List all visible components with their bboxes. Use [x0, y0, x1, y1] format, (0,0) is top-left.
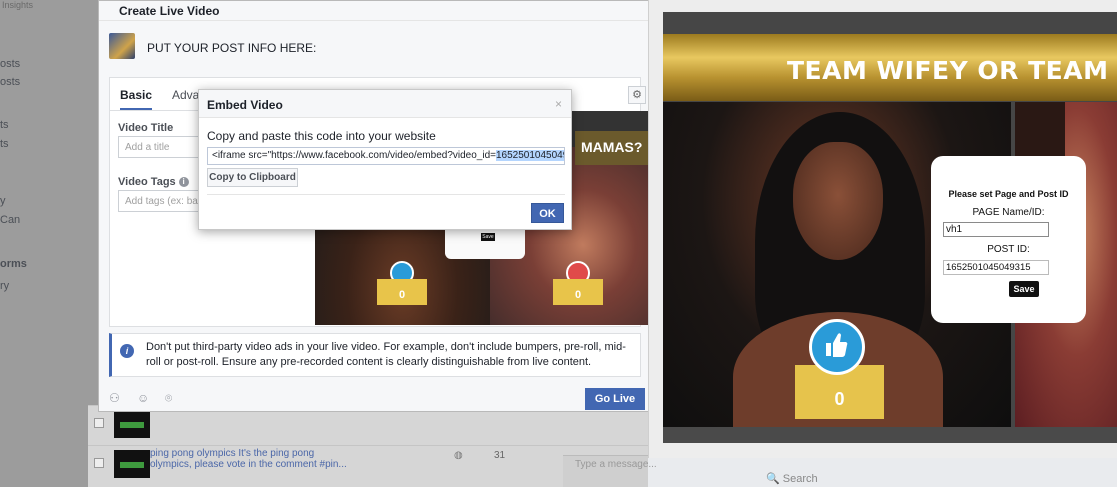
search-input[interactable]: 🔍 Search — [766, 472, 818, 485]
modal-title: Embed Video — [207, 98, 283, 112]
preview-vote-heart: 0 — [553, 261, 603, 305]
emoji-icon[interactable]: ☺ — [137, 391, 149, 405]
video-title-label: Video Title — [118, 122, 174, 134]
row-thumbnail[interactable] — [114, 410, 150, 438]
embed-code-field[interactable]: <iframe src="https://www.facebook.com/vi… — [207, 147, 565, 165]
avatar — [109, 33, 135, 59]
app-canvas: TEAM WIFEY OR TEAM B 0 Please set Page a… — [663, 12, 1117, 443]
row-title[interactable]: ping pong olympics It's the ping pong ol… — [150, 448, 350, 470]
row-checkbox[interactable] — [94, 418, 104, 428]
row-comment-count: 31 — [494, 450, 506, 461]
dialog-header: Create Live Video — [99, 1, 649, 21]
row-thumbnail[interactable] — [114, 450, 150, 478]
go-live-button[interactable]: Go Live — [585, 388, 645, 410]
search-placeholder: Search — [782, 473, 818, 485]
vote-count: 0 — [834, 389, 845, 409]
sidebar-item[interactable]: ts — [0, 138, 9, 150]
info-icon: i — [120, 344, 134, 358]
video-tags-label-text: Video Tags — [118, 176, 176, 188]
sidebar-item[interactable]: ry — [0, 280, 9, 292]
preview-banner-text: MAMAS? — [575, 131, 659, 165]
location-icon[interactable]: ⌾ — [165, 391, 172, 406]
close-icon[interactable]: × — [555, 97, 562, 111]
sidebar-item[interactable]: Can — [0, 214, 20, 226]
page-id-input[interactable] — [943, 222, 1049, 237]
globe-icon: ◍ — [454, 450, 463, 461]
sidebar-item[interactable]: osts — [0, 76, 20, 88]
background-top-nav[interactable]: Insights — [0, 0, 100, 10]
preview-save-button: Save — [481, 233, 495, 241]
preview-heart-count: 0 — [553, 279, 603, 305]
thumbs-up-icon[interactable] — [809, 319, 865, 375]
post-info-row: PUT YOUR POST INFO HERE: — [99, 25, 649, 71]
face-shape — [793, 142, 883, 260]
sidebar-item[interactable]: y — [0, 195, 6, 207]
chat-input[interactable]: Type a message... — [575, 459, 657, 470]
ok-button[interactable]: OK — [531, 203, 564, 223]
settings-title: Please set Page and Post ID — [948, 189, 1069, 199]
copy-to-clipboard-button[interactable]: Copy to Clipboard — [207, 168, 298, 187]
embed-instruction: Copy and paste this code into your websi… — [207, 129, 436, 143]
sidebar-item[interactable]: osts — [0, 58, 20, 70]
dialog-title: Create Live Video — [119, 4, 220, 18]
page-id-label: PAGE Name/ID: — [972, 207, 1045, 218]
dialog-footer: ⚇ ☺ ⌾ Go Live — [99, 385, 649, 411]
embed-video-modal: Embed Video × Copy and paste this code i… — [198, 89, 572, 230]
post-id-label: POST ID: — [987, 244, 1030, 255]
tab-basic[interactable]: Basic — [120, 88, 153, 110]
thumbs-up-glyph — [826, 333, 848, 357]
page-post-settings-popup: Please set Page and Post ID PAGE Name/ID… — [931, 156, 1086, 323]
gear-icon[interactable]: ⚙ — [628, 86, 646, 104]
row-checkbox[interactable] — [94, 458, 104, 468]
background-sidebar: Insights osts osts ts ts y Can orms ry — [0, 0, 98, 487]
app-banner: TEAM WIFEY OR TEAM B — [663, 34, 1117, 101]
info-icon[interactable]: i — [178, 177, 189, 188]
embed-code-prefix: <iframe src="https://www.facebook.com/vi… — [212, 150, 496, 161]
preview-vote-like: 0 — [377, 261, 427, 305]
policy-info-bar: i Don't put third-party video ads in you… — [109, 333, 641, 377]
preview-like-count: 0 — [377, 279, 427, 305]
sidebar-section-forms: orms — [0, 258, 27, 270]
team-wifey-app-window: TEAM WIFEY OR TEAM B 0 Please set Page a… — [648, 0, 1117, 458]
policy-info-text: Don't put third-party video ads in your … — [146, 341, 626, 368]
post-info-text[interactable]: PUT YOUR POST INFO HERE: — [147, 41, 316, 55]
embed-code-selection: 1652501045049315 — [495, 150, 564, 161]
video-tags-label: Video Tags i — [118, 176, 189, 188]
like-vote-widget[interactable]: 0 — [795, 319, 884, 431]
banner-title: TEAM WIFEY OR TEAM B — [787, 56, 1117, 85]
tag-people-icon[interactable]: ⚇ — [109, 391, 120, 405]
post-id-input[interactable] — [943, 260, 1049, 275]
save-button[interactable]: Save — [1009, 281, 1039, 297]
modal-divider — [207, 194, 565, 195]
sidebar-item[interactable]: ts — [0, 119, 9, 131]
modal-header: Embed Video × — [199, 90, 571, 118]
app-bottom-bar — [663, 427, 1117, 443]
